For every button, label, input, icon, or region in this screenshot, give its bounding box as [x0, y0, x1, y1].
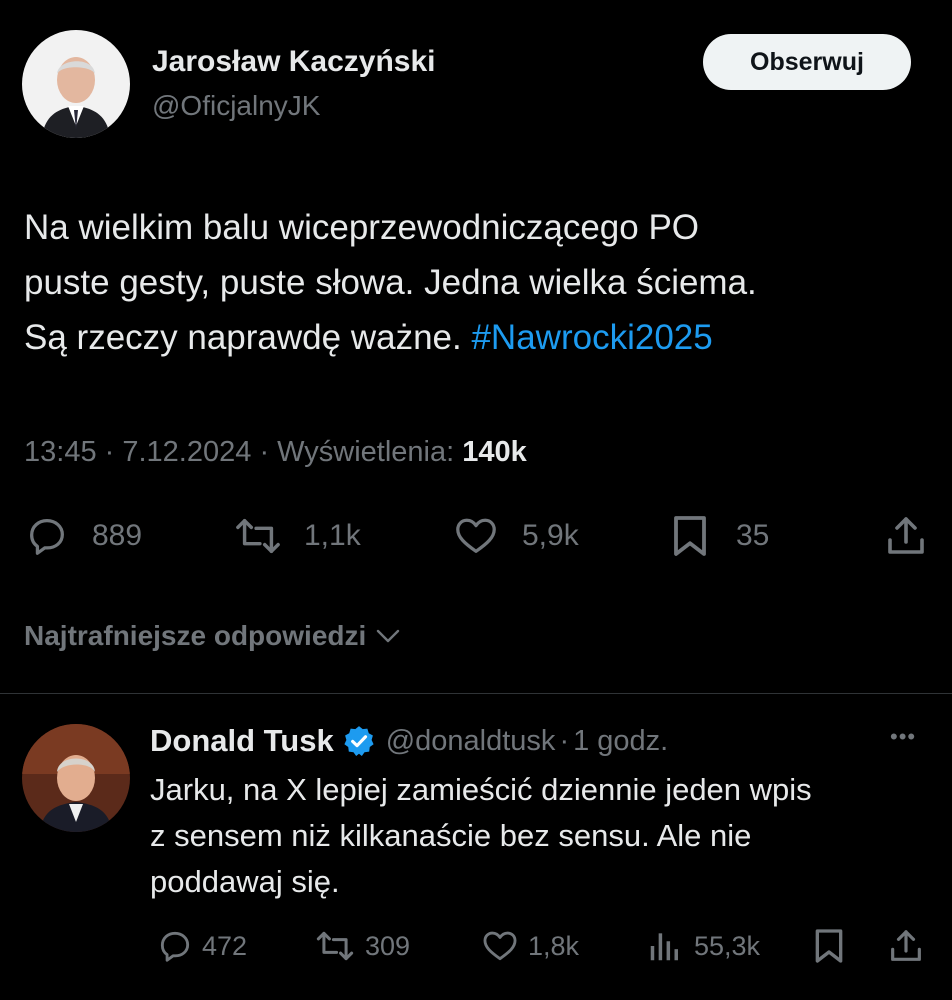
- reply-like-count: 1,8k: [528, 930, 580, 961]
- replies-sort-label: Najtrafniejsze odpowiedzi: [24, 620, 367, 651]
- tweet-text: Na wielkim balu wiceprzewodniczącego PO …: [24, 200, 757, 365]
- reply-count: 889: [92, 519, 143, 552]
- reply-views-action[interactable]: 55,3k: [648, 926, 760, 966]
- divider: [0, 693, 952, 694]
- reply-repost-action[interactable]: 309: [313, 926, 410, 966]
- tweet-text-line: Na wielkim balu wiceprzewodniczącego PO: [24, 208, 700, 247]
- meta-separator: ·: [559, 724, 570, 757]
- follow-button[interactable]: Obserwuj: [703, 34, 911, 90]
- reply-reply-count: 472: [202, 930, 248, 961]
- reply-author-name[interactable]: Donald Tusk: [150, 723, 334, 759]
- views-label: Wyświetlenia:: [277, 436, 455, 468]
- reply-action[interactable]: 889: [24, 512, 142, 560]
- reply-author-handle[interactable]: @donaldtusk: [386, 725, 556, 758]
- bookmark-action[interactable]: 35: [668, 512, 769, 560]
- author-handle[interactable]: @OficjalnyJK: [152, 88, 320, 124]
- repost-icon: [313, 927, 357, 965]
- replies-sort-dropdown[interactable]: Najtrafniejsze odpowiedzi: [24, 614, 402, 658]
- reply-reply-action[interactable]: 472: [156, 926, 247, 966]
- reply-text: Jarku, na X lepiej zamieścić dziennie je…: [150, 767, 812, 905]
- share-icon[interactable]: [886, 926, 926, 966]
- reply-header: Donald Tusk @donaldtusk · 1 godz.: [150, 720, 668, 762]
- author-name[interactable]: Jarosław Kaczyński: [152, 43, 436, 81]
- reply-time-ago[interactable]: 1 godz.: [573, 725, 668, 758]
- share-icon[interactable]: [882, 512, 930, 560]
- tweet-text-line: puste gesty, puste słowa. Jedna wielka ś…: [24, 263, 757, 302]
- repost-action[interactable]: 1,1k: [232, 512, 361, 560]
- bookmark-count: 35: [736, 519, 770, 552]
- reply-like-action[interactable]: 1,8k: [480, 926, 579, 966]
- meta-separator: ·: [104, 436, 123, 468]
- verified-badge-icon: [342, 724, 376, 758]
- reply-text-line: poddawaj się.: [150, 864, 340, 899]
- views-count[interactable]: 140k: [462, 436, 527, 468]
- reply-author-avatar[interactable]: [22, 724, 130, 832]
- reply-text-line: Jarku, na X lepiej zamieścić dziennie je…: [150, 772, 812, 807]
- reply-icon: [24, 513, 70, 559]
- like-count: 5,9k: [522, 519, 579, 552]
- reply-text-line: z sensem niż kilkanaście bez sensu. Ale …: [150, 818, 752, 853]
- repost-icon: [232, 513, 284, 559]
- tweet-time[interactable]: 13:45: [24, 436, 97, 468]
- author-avatar[interactable]: [22, 30, 130, 138]
- reply-icon: [156, 927, 194, 965]
- reply-views-count: 55,3k: [694, 930, 761, 961]
- analytics-icon: [648, 927, 682, 965]
- bookmark-icon: [668, 512, 712, 560]
- like-icon: [480, 927, 520, 965]
- chevron-down-icon: [374, 626, 402, 646]
- repost-count: 1,1k: [304, 519, 361, 552]
- hashtag-link[interactable]: #Nawrocki2025: [471, 318, 712, 357]
- tweet-date[interactable]: 7.12.2024: [122, 436, 251, 468]
- like-action[interactable]: 5,9k: [452, 512, 579, 560]
- bookmark-icon[interactable]: [810, 926, 848, 966]
- tweet-meta: 13:45 · 7.12.2024 · Wyświetlenia: 140k: [24, 432, 527, 472]
- tweet-text-line: Są rzeczy naprawdę ważne.: [24, 318, 462, 357]
- reply-repost-count: 309: [365, 930, 411, 961]
- more-options-icon[interactable]: •••: [890, 724, 916, 750]
- meta-separator: ·: [259, 436, 278, 468]
- like-icon: [452, 513, 500, 559]
